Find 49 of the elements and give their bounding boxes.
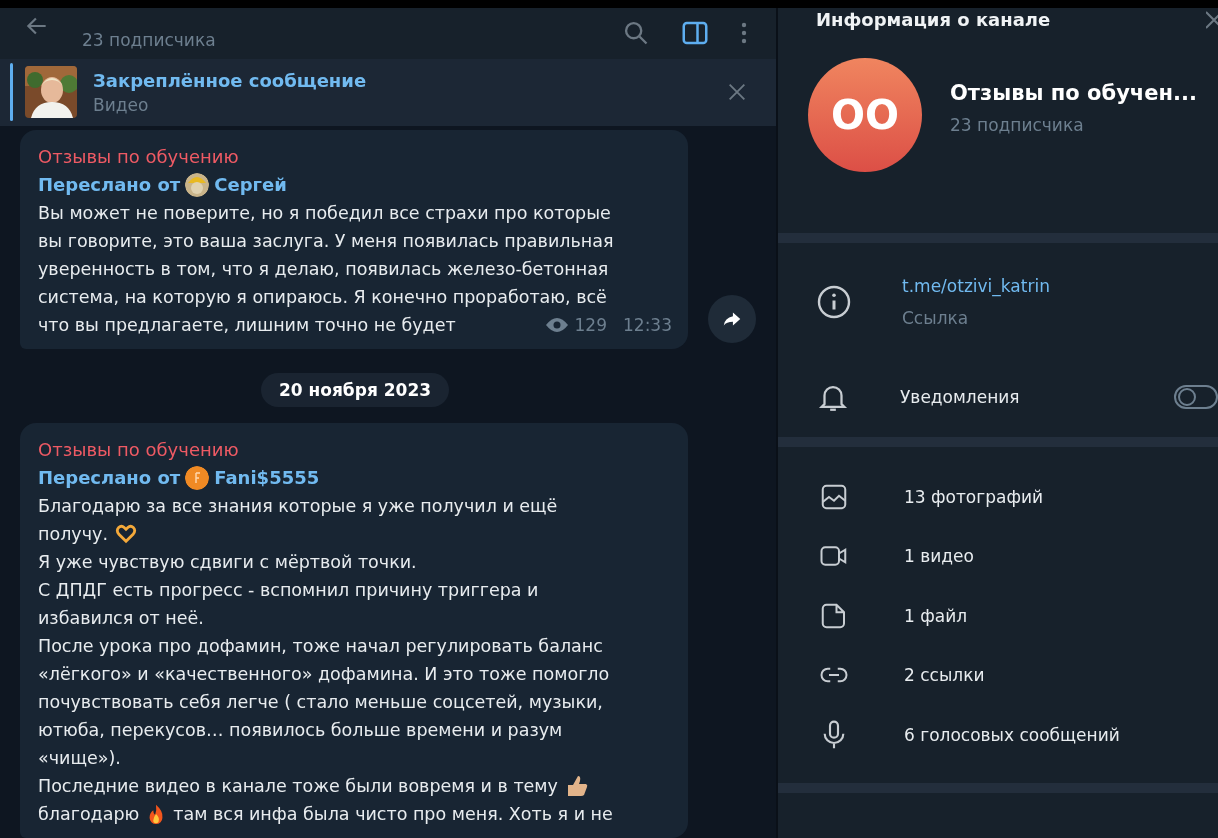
- message-text: «чище»).: [38, 747, 121, 770]
- channel-avatar: ОО: [808, 58, 922, 172]
- channel-name[interactable]: Отзывы по обучению: [38, 436, 672, 464]
- notifications-label: Уведомления: [900, 387, 1021, 407]
- subscriber-count: 23 подписчика: [82, 30, 216, 51]
- view-count: 129: [574, 314, 607, 337]
- pinned-title[interactable]: Закреплённое сообщение: [93, 69, 726, 91]
- message-text: благодарю: [38, 803, 140, 826]
- message-text: После урока про дофамин, тоже начал регулировать баланс: [38, 635, 603, 658]
- share-button[interactable]: [708, 295, 756, 343]
- message-text: ютюба, перекусов… появилось больше времени и разум: [38, 719, 563, 742]
- message-text: что вы предлагаете, лишним точно не будет: [38, 314, 456, 337]
- channel-link[interactable]: t.me/otzivi_katrin: [902, 276, 1050, 296]
- message-text: избавился от неё.: [38, 607, 204, 630]
- channel-name[interactable]: Отзывы по обучению: [38, 143, 672, 171]
- forwarded-label: Переслано от: [38, 466, 181, 490]
- message-text: получу.: [38, 523, 108, 546]
- media-count-item[interactable]: 1 файл: [904, 605, 1218, 626]
- message-text: Я уже чувствую сдвиги с мёртвой точки.: [38, 551, 417, 574]
- panel-title: Информация о канале: [816, 8, 1051, 30]
- avatar-icon[interactable]: [185, 173, 210, 197]
- notifications-toggle[interactable]: [1174, 385, 1218, 409]
- subscriber-count: 23 подписчика: [950, 115, 1085, 135]
- media-count-item[interactable]: 2 ссылки: [904, 665, 1218, 686]
- date-badge: 20 ноября 2023: [260, 373, 450, 407]
- media-count-item[interactable]: 1 видео: [904, 546, 1218, 567]
- heart-hands-icon: [113, 523, 138, 545]
- media-count-item[interactable]: 6 голосовых сообщений: [904, 724, 1218, 745]
- avatar-icon[interactable]: [185, 466, 210, 490]
- message-text: уверенность в том, что я делаю, появилась железо-бетонная: [38, 258, 609, 281]
- message-text: вы говорите, это ваша заслуга. У меня появилась правильная: [38, 230, 614, 253]
- message-text: Благодарю за все знания которые я уже получил и ещё: [38, 495, 558, 518]
- media-count-item[interactable]: 13 фотографий: [904, 486, 1218, 507]
- forwarded-sender[interactable]: Fani$5555: [214, 464, 320, 492]
- link-caption: Ссылка: [902, 308, 970, 328]
- message-text: Последние видео в канале тоже были вовремя и в тему: [38, 775, 558, 798]
- forwarded-sender[interactable]: Сергей: [214, 171, 287, 199]
- message-text: система, на которую я опираюсь. Я конечно проработаю, всё: [38, 286, 607, 309]
- pinned-subtitle: Видео: [93, 94, 150, 115]
- message-text: «лёгкого» и «качественного» дофамина. И это тоже помогло: [38, 663, 610, 686]
- info-icon: [816, 284, 852, 320]
- message-text: С ДПДГ есть прогресс - вспомнил причину триггера и: [38, 579, 539, 602]
- message-text: там вся инфа была чисто про меня. Хоть я и не: [173, 803, 613, 826]
- views-icon: [544, 317, 569, 333]
- channel-title: Отзывы по обучен...: [950, 81, 1197, 105]
- message-time: 12:33: [623, 314, 672, 337]
- forwarded-label: Переслано от: [38, 173, 181, 197]
- message-text: Вы может не поверите, но я победил все страхи про которые: [38, 202, 611, 225]
- message-text: почувствовать себя легче ( стало меньше соцсетей, музыки,: [38, 691, 603, 714]
